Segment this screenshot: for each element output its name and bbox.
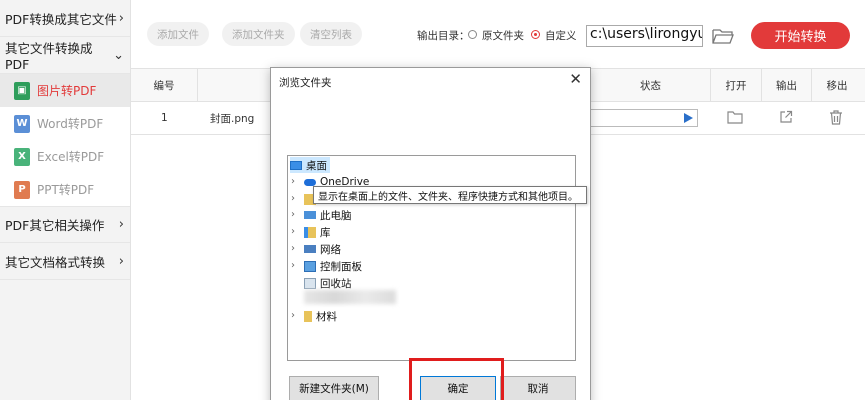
- expand-chevron-icon[interactable]: ›: [291, 209, 295, 220]
- sidebar-category-pdf-to-other[interactable]: PDF转换成其它文件 ›: [0, 0, 130, 37]
- expand-chevron-icon[interactable]: ›: [291, 310, 295, 321]
- chevron-right-icon: ›: [118, 10, 124, 26]
- sidebar-category-pdf-other[interactable]: PDF其它相关操作 ›: [0, 206, 130, 243]
- chevron-right-icon: ›: [118, 217, 124, 232]
- column-header-status: 状态: [591, 69, 711, 101]
- clear-list-button[interactable]: 清空列表: [300, 22, 362, 46]
- library-icon: [304, 226, 316, 238]
- add-folder-button[interactable]: 添加文件夹: [222, 22, 295, 46]
- tree-node-label: 材料: [316, 310, 337, 323]
- column-header-output: 输出: [762, 69, 812, 101]
- network-icon: [304, 245, 316, 253]
- chevron-down-icon: ⌄: [113, 47, 124, 63]
- play-icon[interactable]: [684, 113, 693, 123]
- output-path-input[interactable]: c:\users\lirongyu\: [586, 25, 703, 47]
- new-folder-button[interactable]: 新建文件夹(M): [289, 376, 379, 400]
- start-convert-button[interactable]: 开始转换: [751, 22, 850, 49]
- sidebar-item-label: Excel转PDF: [37, 150, 105, 164]
- expand-chevron-icon[interactable]: ›: [291, 193, 295, 204]
- blurred-tree-node: [304, 290, 396, 304]
- red-highlight-box: [409, 358, 504, 400]
- folder-open-icon[interactable]: [711, 26, 735, 46]
- tree-node-recycle-bin[interactable]: 回收站: [304, 275, 352, 291]
- tree-node-this-pc[interactable]: 此电脑: [304, 207, 352, 223]
- sidebar-item-label: 图片转PDF: [37, 84, 97, 98]
- radio-source-folder[interactable]: [468, 30, 477, 39]
- sidebar-item-label: PPT转PDF: [37, 183, 95, 197]
- open-folder-icon[interactable]: [727, 110, 743, 124]
- desktop-icon: [290, 160, 302, 170]
- sidebar-item-image-to-pdf[interactable]: ▣ 图片转PDF: [0, 74, 130, 107]
- radio-custom[interactable]: [531, 30, 540, 39]
- category-label: PDF其它相关操作: [5, 218, 105, 233]
- column-header-number: 编号: [131, 69, 198, 101]
- image-file-icon: ▣: [14, 81, 30, 100]
- column-header-remove: 移出: [826, 79, 848, 92]
- row-filename: 封面.png: [210, 112, 255, 125]
- sidebar-category-other-to-pdf[interactable]: 其它文件转换成PDF ⌄: [0, 37, 130, 74]
- tree-node-label: 桌面: [306, 159, 327, 172]
- computer-icon: [304, 211, 316, 219]
- tree-node-label: 回收站: [320, 277, 352, 290]
- desktop-tooltip: 显示在桌面上的文件、文件夹、程序快捷方式和其他项目。: [313, 186, 587, 204]
- cancel-button[interactable]: 取消: [500, 376, 576, 400]
- sidebar: PDF转换成其它文件 › 其它文件转换成PDF ⌄ ▣ 图片转PDF W Wor…: [0, 0, 131, 400]
- expand-chevron-icon[interactable]: ›: [291, 243, 295, 254]
- tree-node-library[interactable]: 库: [304, 224, 331, 240]
- trash-icon[interactable]: [829, 110, 843, 125]
- output-dir-label: 输出目录：: [417, 30, 470, 42]
- toolbar: 添加文件 添加文件夹 清空列表 输出目录： 原文件夹 自定义 c:\users\…: [131, 0, 865, 68]
- tree-node-materials[interactable]: 材料: [304, 308, 337, 324]
- sidebar-item-ppt-to-pdf[interactable]: P PPT转PDF: [0, 173, 130, 206]
- folder-icon: [304, 310, 312, 322]
- tree-node-label: 控制面板: [320, 260, 362, 273]
- export-icon[interactable]: [779, 110, 793, 124]
- recycle-bin-icon: [304, 277, 316, 289]
- add-file-button[interactable]: 添加文件: [147, 22, 209, 46]
- category-label: 其它文件转换成PDF: [5, 41, 93, 72]
- radio-source-folder-label: 原文件夹: [482, 30, 524, 42]
- sidebar-item-label: Word转PDF: [37, 117, 104, 131]
- word-file-icon: W: [14, 114, 30, 133]
- radio-custom-label: 自定义: [545, 30, 577, 42]
- chevron-right-icon: ›: [118, 253, 124, 269]
- ppt-file-icon: P: [14, 180, 30, 199]
- expand-chevron-icon[interactable]: ›: [291, 226, 295, 237]
- category-label: PDF转换成其它文件: [5, 11, 117, 27]
- row-number: 1: [161, 112, 168, 124]
- column-header-name: [198, 69, 272, 101]
- tree-node-network[interactable]: 网络: [304, 241, 341, 257]
- column-header-open: 打开: [711, 69, 762, 101]
- sidebar-item-excel-to-pdf[interactable]: X Excel转PDF: [0, 140, 130, 173]
- tree-node-label: 库: [320, 226, 331, 239]
- conversion-progress-bar: [590, 109, 698, 127]
- control-panel-icon: [304, 260, 316, 272]
- tree-node-label: 网络: [320, 243, 341, 256]
- dialog-title: 浏览文件夹: [279, 77, 332, 89]
- expand-chevron-icon[interactable]: ›: [291, 260, 295, 271]
- expand-chevron-icon[interactable]: ›: [291, 176, 295, 187]
- category-label: 其它文档格式转换: [5, 254, 106, 270]
- excel-file-icon: X: [14, 147, 30, 166]
- cloud-icon: [304, 178, 316, 186]
- close-icon[interactable]: ✕: [569, 70, 582, 88]
- sidebar-category-other-formats[interactable]: 其它文档格式转换 ›: [0, 243, 130, 280]
- tree-node-desktop[interactable]: 桌面: [290, 157, 330, 173]
- sidebar-item-word-to-pdf[interactable]: W Word转PDF: [0, 107, 130, 140]
- tree-node-control-panel[interactable]: 控制面板: [304, 258, 362, 274]
- browse-folder-dialog: 浏览文件夹 ✕ 桌面 › OneDrive › › 此电脑 › 库 › 网络 ›: [270, 67, 591, 400]
- tree-node-label: 此电脑: [320, 209, 352, 222]
